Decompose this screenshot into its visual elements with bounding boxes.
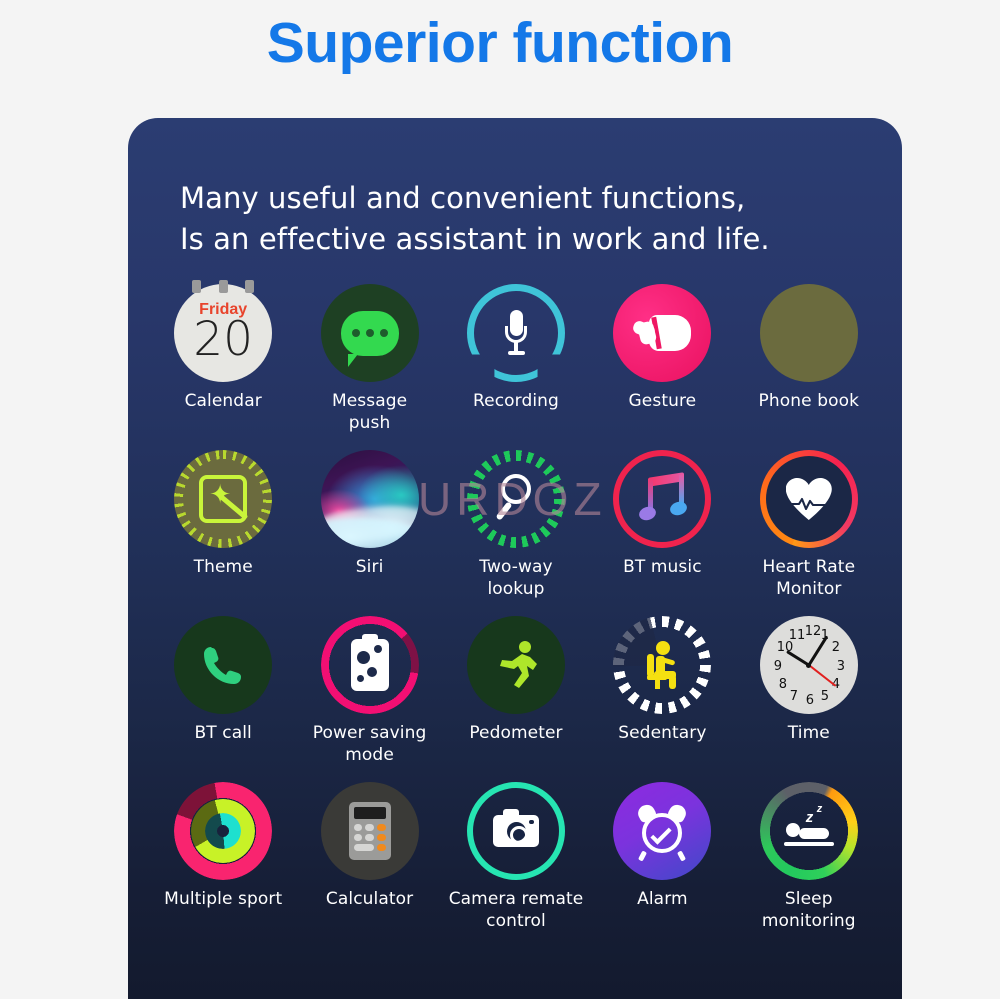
calendar-rings bbox=[192, 280, 255, 293]
siri-orb-icon bbox=[320, 450, 419, 548]
clock-number: 3 bbox=[836, 659, 846, 674]
clock-number: 7 bbox=[789, 689, 799, 704]
feature-label: Sedentary bbox=[618, 723, 707, 743]
feature-item-two-way-lookup[interactable]: Two-way lookup bbox=[443, 450, 589, 616]
magic-wand-icon: ✦ bbox=[174, 450, 273, 548]
feature-label: Heart Rate Monitor bbox=[762, 557, 856, 599]
clock-number: 11 bbox=[788, 628, 806, 643]
feature-item-multiple-sport[interactable]: Multiple sport bbox=[150, 782, 296, 948]
clock-number: 2 bbox=[831, 640, 841, 655]
feature-label: Recording bbox=[473, 391, 559, 411]
feature-label: Phone book bbox=[758, 391, 860, 411]
feature-card: Many useful and convenient functions, Is… bbox=[128, 118, 902, 999]
feature-item-time[interactable]: 12 1 2 3 4 5 6 7 8 9 10 11 Ti bbox=[736, 616, 882, 782]
feature-item-sleep-monitoring[interactable]: zz Sleep monitoring bbox=[736, 782, 882, 948]
runner-icon bbox=[466, 616, 565, 714]
feature-item-message-push[interactable]: Message push bbox=[296, 284, 442, 450]
contacts-people-icon bbox=[759, 284, 858, 382]
feature-label: Calendar bbox=[184, 391, 262, 411]
feature-item-recording[interactable]: Recording bbox=[443, 284, 589, 450]
feature-item-alarm[interactable]: Alarm bbox=[589, 782, 735, 948]
pulse-line-icon bbox=[789, 497, 828, 510]
page-title: Superior function bbox=[266, 11, 734, 75]
feature-label: Camera remate control bbox=[448, 889, 584, 931]
feature-label: Gesture bbox=[628, 391, 697, 411]
seated-person-icon bbox=[613, 616, 712, 714]
feature-label: BT call bbox=[194, 723, 252, 743]
feature-item-calendar[interactable]: Friday 20 Calendar bbox=[150, 280, 296, 450]
clock-center-pin bbox=[806, 662, 812, 668]
clock-second-hand bbox=[808, 664, 837, 687]
alarm-clock-icon bbox=[613, 782, 712, 880]
camera-icon bbox=[466, 782, 565, 880]
feature-item-heart-rate-monitor[interactable]: Heart Rate Monitor bbox=[736, 450, 882, 616]
feature-item-siri[interactable]: Siri bbox=[296, 450, 442, 616]
microphone-icon bbox=[466, 284, 565, 382]
fist-hand-icon bbox=[613, 284, 712, 382]
feature-label: Message push bbox=[331, 391, 408, 433]
subtitle-line-2: Is an effective assistant in work and li… bbox=[180, 222, 770, 257]
activity-rings-icon bbox=[174, 782, 273, 880]
calculator-icon bbox=[320, 782, 419, 880]
feature-item-camera-remote-control[interactable]: Camera remate control bbox=[443, 782, 589, 948]
feature-item-sedentary[interactable]: Sedentary bbox=[589, 616, 735, 782]
feature-item-calculator[interactable]: Calculator bbox=[296, 782, 442, 948]
feature-label: Power saving mode bbox=[312, 723, 427, 765]
feature-label: Calculator bbox=[325, 889, 414, 909]
feature-item-bt-call[interactable]: BT call bbox=[150, 616, 296, 782]
feature-label: Multiple sport bbox=[164, 889, 283, 909]
feature-grid: Friday 20 Calendar Message push Recordin… bbox=[150, 280, 882, 948]
feature-item-phone-book[interactable]: Phone book bbox=[736, 284, 882, 450]
music-note-icon bbox=[613, 450, 712, 548]
feature-label: Two-way lookup bbox=[479, 557, 553, 599]
feature-item-theme[interactable]: ✦ Theme bbox=[150, 450, 296, 616]
calendar-icon: Friday 20 bbox=[174, 280, 273, 382]
subtitle-line-1: Many useful and convenient functions, bbox=[180, 181, 746, 215]
message-bubble-icon bbox=[320, 284, 419, 382]
clock-number: 6 bbox=[805, 693, 815, 708]
feature-label: Time bbox=[787, 723, 830, 743]
feature-item-bt-music[interactable]: BT music bbox=[589, 450, 735, 616]
clock-number: 9 bbox=[773, 659, 783, 674]
feature-label: BT music bbox=[623, 557, 702, 577]
feature-item-power-saving-mode[interactable]: Power saving mode bbox=[296, 616, 442, 782]
feature-label: Pedometer bbox=[469, 723, 563, 743]
phone-handset-icon bbox=[174, 616, 273, 714]
sleep-bed-icon: zz bbox=[759, 782, 858, 880]
feature-label: Sleep monitoring bbox=[761, 889, 856, 931]
feature-item-gesture[interactable]: Gesture bbox=[589, 284, 735, 450]
clock-minute-hand bbox=[807, 635, 829, 666]
heart-pulse-icon bbox=[760, 450, 858, 548]
calendar-date: 20 bbox=[193, 312, 254, 367]
clock-number: 8 bbox=[778, 677, 788, 692]
clock-number: 5 bbox=[820, 689, 830, 704]
analog-clock-icon: 12 1 2 3 4 5 6 7 8 9 10 11 bbox=[759, 616, 858, 714]
clock-number: 12 bbox=[804, 624, 822, 639]
feature-label: Alarm bbox=[637, 889, 688, 909]
page-root: Superior function Many useful and conven… bbox=[0, 0, 1000, 999]
feature-label: Theme bbox=[193, 557, 253, 577]
feature-label: Siri bbox=[355, 557, 384, 577]
battery-icon bbox=[320, 616, 419, 714]
card-subtitle: Many useful and convenient functions, Is… bbox=[180, 178, 870, 260]
magnifier-icon bbox=[466, 450, 565, 548]
feature-item-pedometer[interactable]: Pedometer bbox=[443, 616, 589, 782]
